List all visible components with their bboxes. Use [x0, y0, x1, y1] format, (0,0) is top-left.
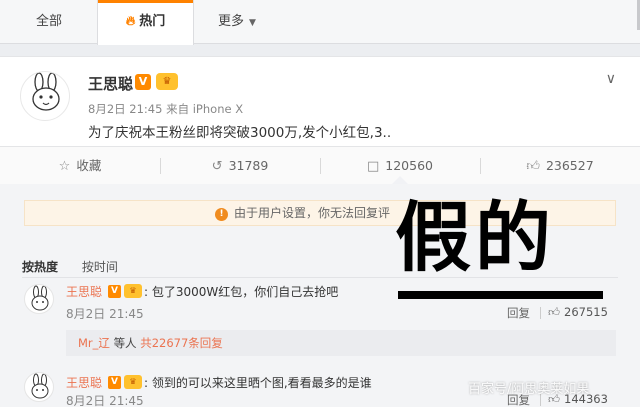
tab-hot[interactable]: 🔥︎ 热门 [97, 0, 194, 45]
like-count: 236527 [545, 158, 594, 173]
repost-icon: ↺ [211, 159, 223, 174]
verified-v-icon: V [108, 285, 121, 298]
thumbs-up-icon: 👍︎ [548, 305, 561, 319]
vip-crown-icon: ♛ [124, 375, 142, 389]
post-text: 为了庆祝本王粉丝即将突破3000万,发个小红包,3.. [88, 125, 392, 141]
chevron-down-icon: ▼ [249, 18, 256, 28]
comment-avatar[interactable] [24, 372, 54, 402]
favorite-label: 收藏 [76, 158, 102, 173]
tab-all[interactable]: 全部 [36, 0, 62, 44]
comment-sort-tabs: 按热度 按时间 [22, 258, 138, 275]
overlay-fake-stamp: 假的 [395, 193, 555, 282]
sub-reply-user[interactable]: Mr_辽 [78, 336, 110, 350]
rabbit-avatar-icon [31, 285, 49, 311]
verified-v-icon: V [135, 74, 151, 90]
warning-icon: ! [215, 208, 228, 221]
sort-by-hot[interactable]: 按热度 [22, 260, 58, 274]
rabbit-avatar-icon [32, 72, 60, 111]
rabbit-avatar-icon [31, 373, 49, 399]
tab-hot-label: 热门 [139, 14, 166, 29]
post-username[interactable]: 王思聪 [88, 73, 133, 94]
sort-by-time[interactable]: 按时间 [82, 260, 118, 274]
active-action-pointer [392, 176, 408, 184]
comment-text: : 包了3000W红包，你们自己去抢吧 [144, 285, 339, 299]
sub-reply-mid: 等人 [113, 336, 137, 350]
vip-crown-icon: ♛ [156, 73, 178, 90]
comment-count: 120560 [385, 158, 433, 173]
like-button[interactable]: 👍︎ 236527 [480, 147, 640, 185]
watermark: 百家号/阿思奥莱如果 [468, 382, 590, 397]
repost-button[interactable]: ↺ 31789 [160, 147, 320, 185]
overlay-underline [398, 291, 603, 299]
comment-username[interactable]: 王思聪 [66, 283, 102, 300]
repost-count: 31789 [228, 158, 269, 173]
post-menu-chevron-icon[interactable]: ∨ [606, 71, 616, 87]
reply-button[interactable]: 回复 [507, 305, 530, 321]
comment-icon: □ [366, 159, 380, 174]
vip-crown-icon: ♛ [124, 284, 142, 298]
verified-v-icon: V [108, 376, 121, 389]
flame-icon: 🔥︎ [125, 14, 136, 29]
comment-username[interactable]: 王思聪 [66, 374, 102, 391]
active-tab-indicator [98, 0, 193, 3]
post-action-bar: ☆ 收藏 ↺ 31789 □ 120560 👍︎ 236527 [0, 146, 640, 184]
comment-like-button[interactable]: 👍︎ 267515 [548, 305, 608, 320]
notice-text: 由于用户设置，你无法回复评 [234, 206, 391, 220]
comment-avatar[interactable] [24, 284, 54, 314]
top-tab-bar: 全部 🔥︎ 热门 更多 ▼ [0, 0, 640, 45]
tab-more-label: 更多 [218, 14, 245, 29]
thumbs-up-icon: 👍︎ [526, 159, 540, 174]
comment-like-count: 267515 [564, 305, 608, 319]
comment-time: 8月2日 21:45 [66, 394, 144, 407]
divider [540, 307, 541, 319]
post-meta: 8月2日 21:45 来自 iPhone X [88, 102, 244, 116]
tab-more[interactable]: 更多 ▼ [218, 0, 256, 44]
text-fade [395, 119, 635, 139]
comment-text: : 领到的可以来这里晒个图,看看最多的是谁 [144, 376, 372, 390]
avatar[interactable] [20, 71, 70, 121]
comment-time: 8月2日 21:45 [66, 307, 144, 321]
star-icon: ☆ [58, 159, 71, 174]
favorite-button[interactable]: ☆ 收藏 [0, 147, 160, 185]
sub-reply-count[interactable]: 共22677条回复 [140, 336, 223, 350]
sub-reply-summary[interactable]: Mr_辽 等人 共22677条回复 [66, 330, 616, 356]
